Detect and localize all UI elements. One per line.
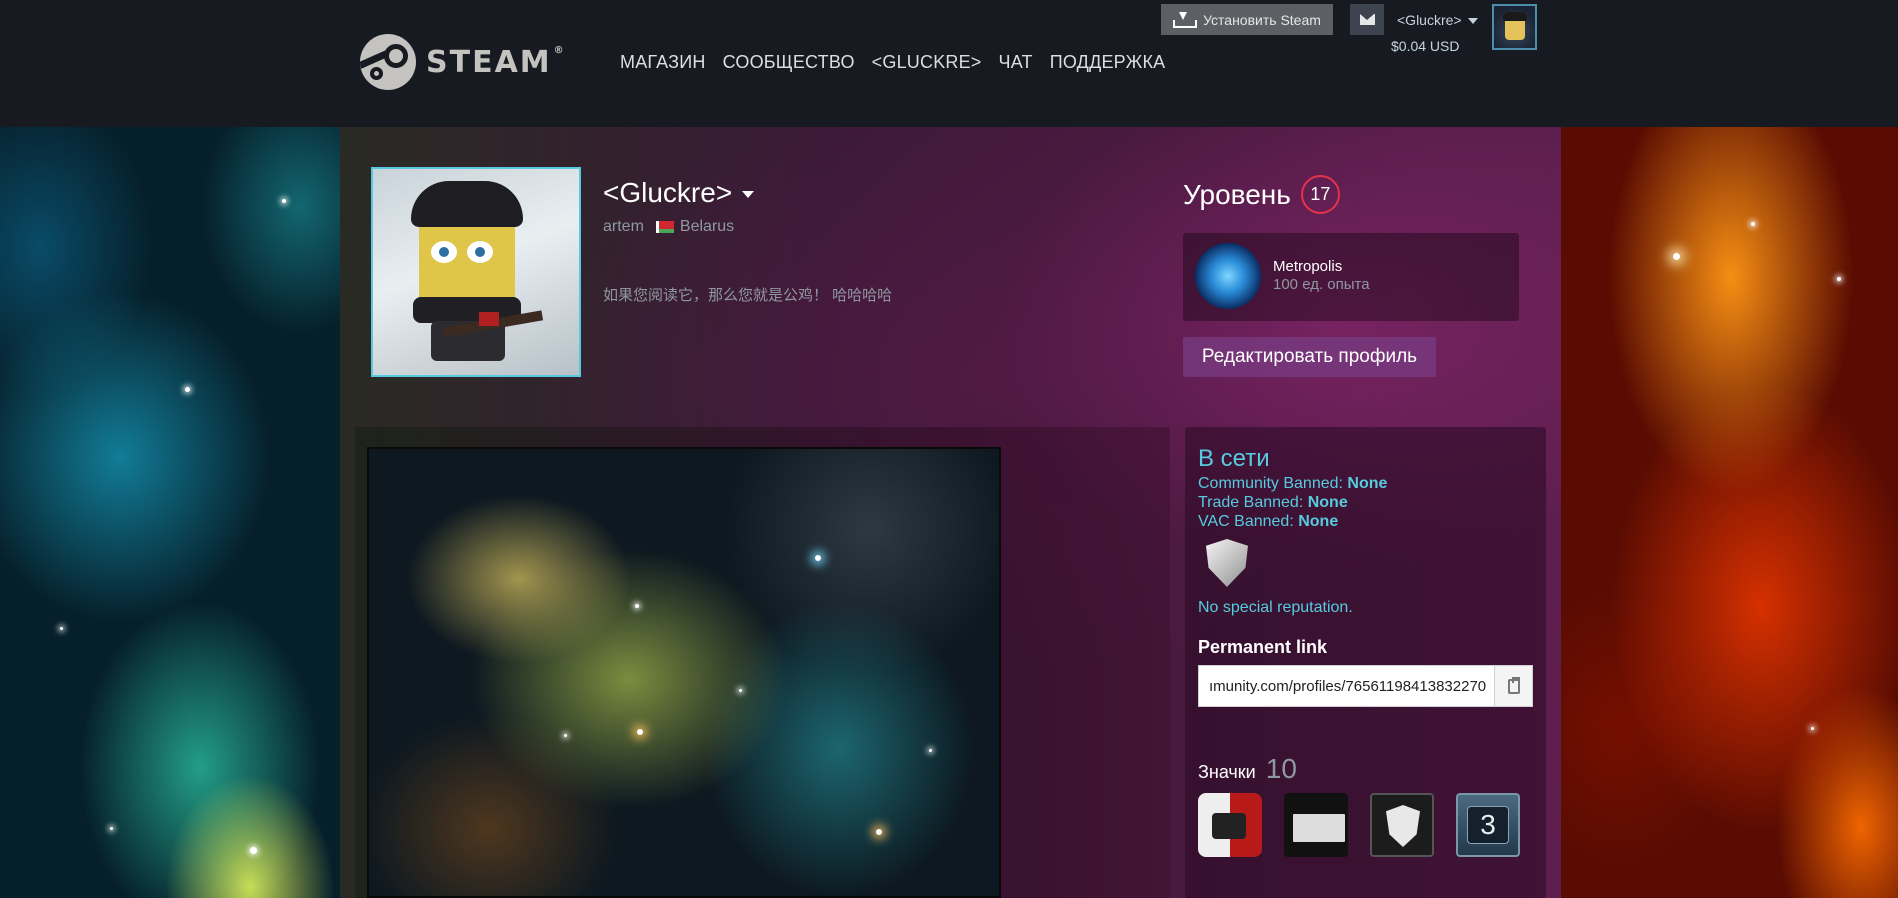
nav-store[interactable]: МАГАЗИН	[620, 52, 706, 73]
envelope-icon	[1359, 14, 1375, 25]
profile-avatar	[371, 167, 581, 377]
persona-name-text: <Gluckre>	[603, 177, 733, 208]
level-badge[interactable]: 17	[1300, 175, 1340, 214]
badge-item[interactable]	[1198, 793, 1262, 857]
vac-ban-status: VAC Banned: None	[1198, 513, 1339, 530]
profile-showcase	[355, 427, 1170, 898]
nav-profile[interactable]: <GLUCKRE>	[872, 52, 982, 73]
wallet-balance[interactable]: $0.04 USD	[1391, 38, 1459, 54]
persona-name[interactable]: <Gluckre>	[603, 177, 755, 209]
steam-logo-text: STEAM	[426, 44, 552, 80]
level-header: Уровень 17	[1183, 175, 1340, 214]
notifications-button[interactable]	[1350, 4, 1384, 35]
badge-item[interactable]: 3	[1456, 793, 1520, 857]
badge-item[interactable]	[1370, 793, 1434, 857]
belarus-flag-icon	[655, 221, 674, 233]
favorite-badge-xp: 100 ед. опыта	[1273, 276, 1370, 293]
nav-community[interactable]: СООБЩЕСТВО	[723, 52, 855, 73]
metropolis-badge-icon	[1195, 243, 1261, 309]
global-header: STEAM ® МАГАЗИН СООБЩЕСТВО <GLUCKRE> ЧАТ …	[0, 0, 1898, 127]
copy-link-button[interactable]	[1494, 665, 1533, 707]
badges-label: Значки	[1198, 762, 1256, 782]
badges-count: 10	[1265, 753, 1297, 784]
account-name: <Gluckre>	[1397, 12, 1462, 28]
download-icon	[1173, 11, 1198, 28]
permanent-link-title: Permanent link	[1198, 637, 1328, 657]
shield-icon	[1206, 539, 1248, 587]
reputation-text: No special reputation.	[1198, 599, 1353, 616]
country-name: Belarus	[679, 218, 735, 235]
badge-list: 3	[1198, 793, 1520, 857]
profile-summary: 如果您阅读它，那么您就是公鸡！ 哈哈哈哈	[603, 287, 893, 304]
badges-header[interactable]: Значки 10	[1198, 753, 1297, 785]
nav-chat[interactable]: ЧАТ	[999, 52, 1033, 73]
permanent-link-field[interactable]: ımunity.com/profiles/76561198413832270	[1198, 665, 1494, 707]
clipboard-icon	[1507, 676, 1520, 694]
install-steam-button[interactable]: Установить Steam	[1161, 4, 1333, 35]
favorite-badge[interactable]: Metropolis 100 ед. опыта	[1183, 233, 1519, 321]
install-steam-label: Установить Steam	[1203, 11, 1321, 28]
chevron-down-icon	[1467, 18, 1478, 25]
profile-panel: <Gluckre> artem Belarus 如果您阅读它，那么您就是公鸡！ …	[340, 127, 1561, 898]
badge-number: 3	[1467, 806, 1509, 844]
header-avatar[interactable]	[1492, 4, 1537, 50]
chevron-down-icon[interactable]	[742, 191, 755, 199]
nav-support[interactable]: ПОДДЕРЖКА	[1050, 52, 1166, 73]
showcase-artwork[interactable]	[367, 447, 1001, 898]
main-nav: МАГАЗИН СООБЩЕСТВО <GLUCKRE> ЧАТ ПОДДЕРЖ…	[620, 52, 1165, 73]
profile-background-left	[0, 127, 340, 898]
edit-profile-button[interactable]: Редактировать профиль	[1183, 337, 1436, 377]
steam-logo[interactable]: STEAM ®	[360, 33, 566, 91]
favorite-badge-name: Metropolis	[1273, 258, 1343, 275]
profile-background-right	[1561, 127, 1898, 898]
profile-sidebar: В сети Community Banned: None Trade Bann…	[1185, 427, 1546, 898]
trade-ban-status: Trade Banned: None	[1198, 494, 1348, 511]
account-dropdown[interactable]: <Gluckre>	[1397, 12, 1478, 28]
community-ban-status: Community Banned: None	[1198, 475, 1388, 492]
online-status: В сети	[1198, 445, 1270, 472]
level-label: Уровень	[1183, 178, 1291, 210]
real-name: artem	[603, 218, 644, 235]
real-name-row: artem Belarus	[603, 218, 734, 236]
badge-item[interactable]	[1284, 793, 1348, 857]
steam-logo-icon	[360, 34, 416, 90]
